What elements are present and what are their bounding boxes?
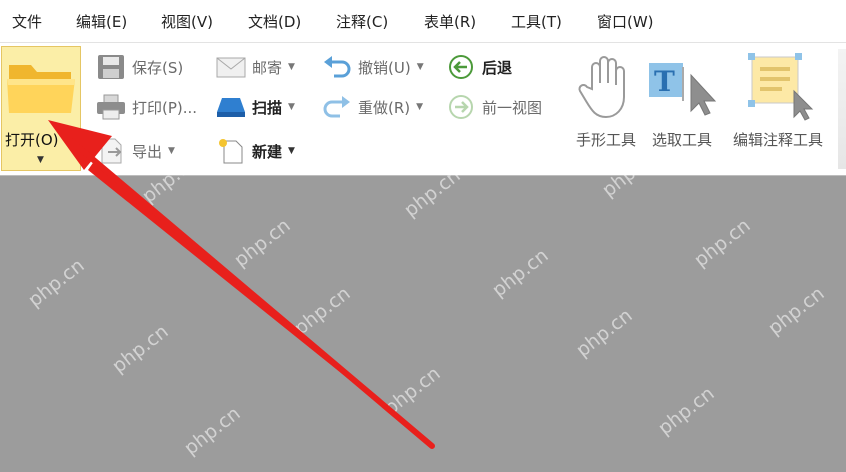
forward-icon bbox=[446, 94, 476, 120]
mail-button[interactable]: 邮寄 ▼ bbox=[216, 53, 295, 81]
undo-icon bbox=[322, 54, 352, 80]
back-label: 后退 bbox=[482, 58, 513, 77]
chevron-down-icon[interactable]: ▼ bbox=[416, 102, 423, 112]
menu-document[interactable]: 文档(D) bbox=[248, 11, 301, 32]
new-icon bbox=[216, 138, 246, 164]
edit-annotation-tool-button[interactable]: 编辑注释工具 bbox=[722, 49, 834, 169]
folder-icon bbox=[7, 65, 75, 113]
hand-tool-label: 手形工具 bbox=[575, 131, 636, 149]
chevron-down-icon[interactable]: ▼ bbox=[417, 62, 424, 72]
menu-view[interactable]: 视图(V) bbox=[161, 11, 213, 32]
export-button[interactable]: 导出 ▼ bbox=[96, 137, 175, 165]
document-area[interactable] bbox=[0, 176, 846, 472]
back-icon bbox=[446, 54, 476, 80]
redo-label: 重做(R) bbox=[358, 98, 411, 117]
menu-form[interactable]: 表单(R) bbox=[424, 11, 476, 32]
print-button[interactable]: 打印(P)... bbox=[96, 93, 197, 121]
ribbon-toolbar: 打开(O) ▼ 保存(S) 打印(P)... 导出 ▼ 邮寄 ▼ 扫描 ▼ 新建… bbox=[0, 43, 846, 176]
save-icon bbox=[96, 54, 126, 80]
redo-icon bbox=[322, 94, 352, 120]
mail-icon bbox=[216, 54, 246, 80]
svg-text:T: T bbox=[654, 65, 675, 98]
select-text-icon: T bbox=[649, 63, 717, 116]
open-button-label: 打开(O) bbox=[5, 131, 59, 149]
print-icon bbox=[96, 94, 126, 120]
menu-window[interactable]: 窗口(W) bbox=[597, 11, 654, 32]
open-button[interactable]: 打开(O) ▼ bbox=[1, 46, 81, 171]
export-icon bbox=[96, 138, 126, 164]
hand-tool-button[interactable]: 手形工具 bbox=[568, 49, 644, 169]
chevron-down-icon[interactable]: ▼ bbox=[288, 146, 295, 156]
redo-button[interactable]: 重做(R) ▼ bbox=[322, 93, 423, 121]
undo-label: 撤销(U) bbox=[358, 58, 411, 77]
scan-button[interactable]: 扫描 ▼ bbox=[216, 93, 295, 121]
chevron-down-icon[interactable]: ▼ bbox=[37, 155, 44, 165]
print-label: 打印(P)... bbox=[132, 98, 198, 117]
undo-button[interactable]: 撤销(U) ▼ bbox=[322, 53, 424, 81]
save-button[interactable]: 保存(S) bbox=[96, 53, 183, 81]
chevron-down-icon[interactable]: ▼ bbox=[288, 102, 295, 112]
previous-view-button[interactable]: 前一视图 bbox=[446, 93, 542, 121]
ribbon-overflow-edge bbox=[838, 49, 846, 169]
menu-comment[interactable]: 注释(C) bbox=[336, 11, 388, 32]
save-label: 保存(S) bbox=[132, 58, 184, 77]
new-button[interactable]: 新建 ▼ bbox=[216, 137, 295, 165]
chevron-down-icon[interactable]: ▼ bbox=[168, 146, 175, 156]
menu-edit[interactable]: 编辑(E) bbox=[76, 11, 127, 32]
menu-file[interactable]: 文件 bbox=[12, 11, 42, 32]
edit-annotation-tool-label: 编辑注释工具 bbox=[732, 131, 823, 149]
mail-label: 邮寄 bbox=[252, 58, 283, 77]
new-label: 新建 bbox=[252, 142, 283, 161]
scan-label: 扫描 bbox=[252, 98, 283, 117]
hand-icon bbox=[578, 56, 625, 119]
select-tool-button[interactable]: T 选取工具 bbox=[644, 49, 720, 169]
chevron-down-icon[interactable]: ▼ bbox=[288, 62, 295, 72]
menu-tools[interactable]: 工具(T) bbox=[511, 11, 562, 32]
edit-annotation-icon bbox=[748, 53, 814, 121]
previous-view-label: 前一视图 bbox=[482, 98, 543, 117]
menu-bar: 文件 编辑(E) 视图(V) 文档(D) 注释(C) 表单(R) 工具(T) 窗… bbox=[0, 0, 846, 43]
scan-icon bbox=[216, 94, 246, 120]
back-button[interactable]: 后退 bbox=[446, 53, 512, 81]
select-tool-label: 选取工具 bbox=[651, 131, 712, 149]
export-label: 导出 bbox=[132, 142, 163, 161]
